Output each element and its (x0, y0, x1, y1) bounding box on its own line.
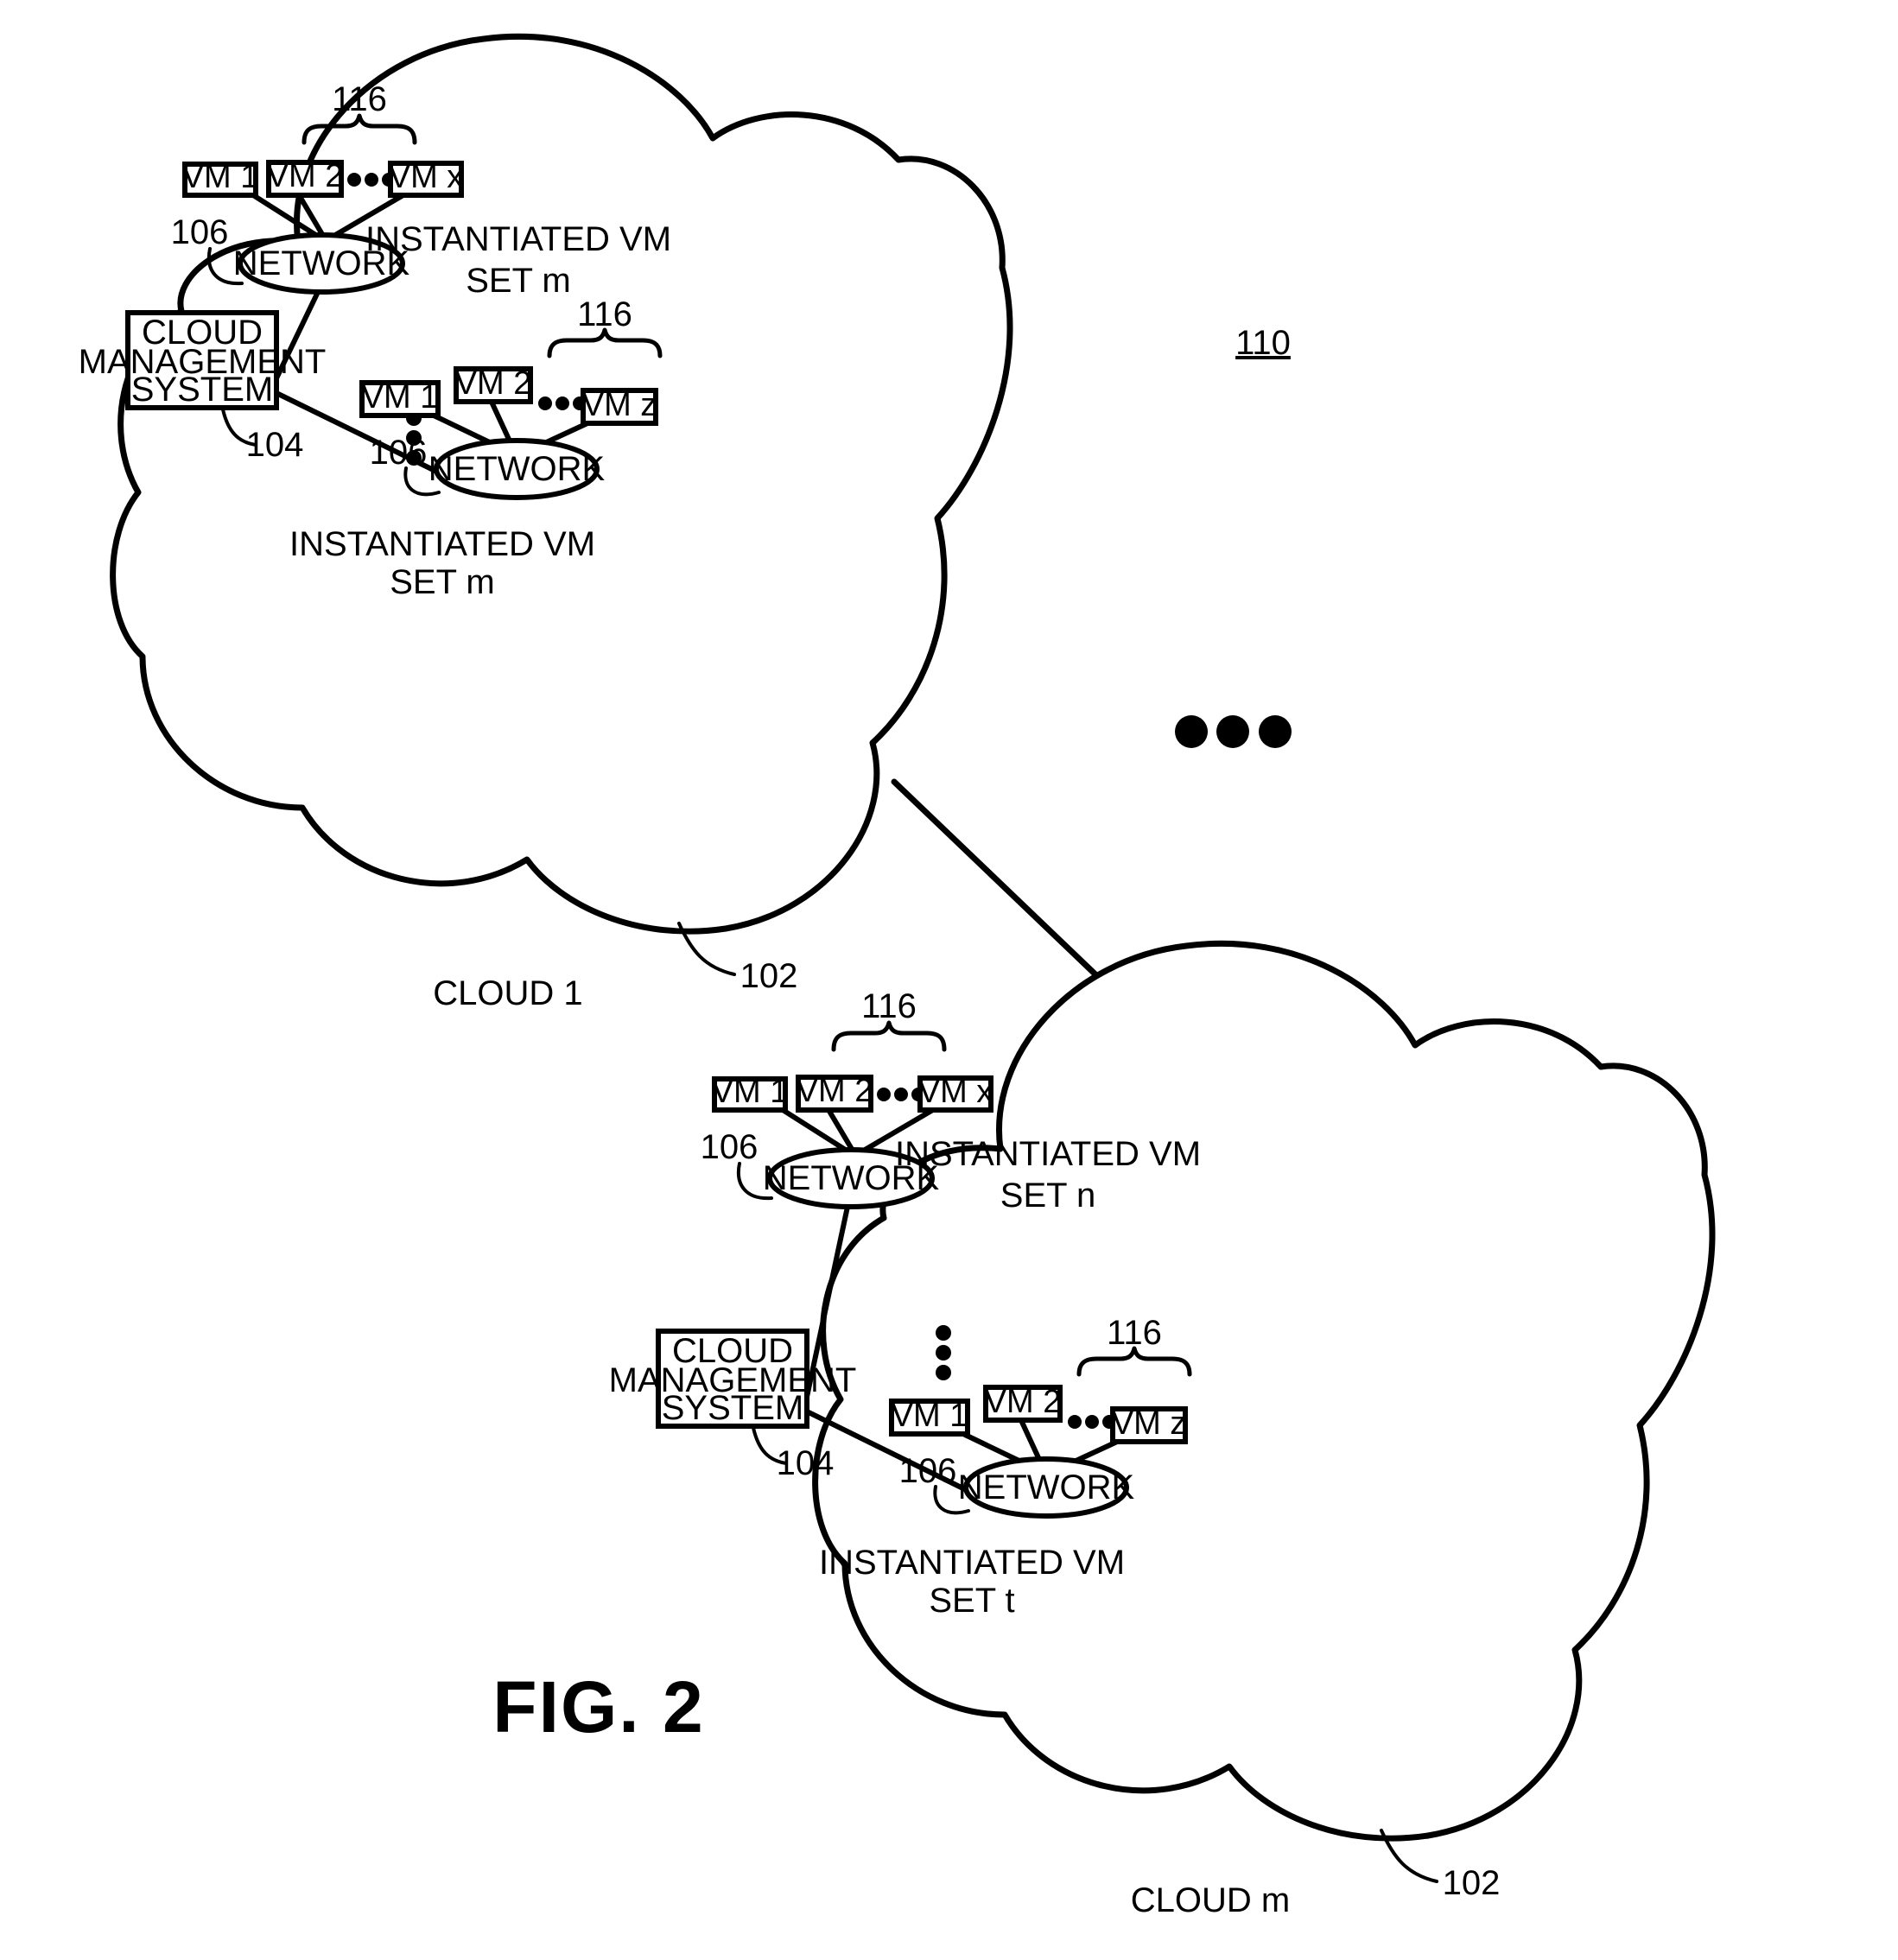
cloud-1-lower-ref-116: 116 (577, 295, 632, 333)
cloud-m-lower-ref-116: 116 (1107, 1314, 1162, 1352)
cloud-1-upper-ref-116: 116 (332, 80, 387, 118)
cloud-1-upper-set-label-line2: SET m (466, 262, 571, 300)
figure-caption: FIG. 2 (492, 1666, 704, 1748)
cloud-m-ref-102: 102 (1443, 1864, 1501, 1902)
cloud-m-upper-vm-2: VM 2 (796, 1073, 873, 1113)
cloud-m-lower-vm-1: VM 1 (889, 1398, 970, 1437)
cloud-1-upper-network-ref: 106 (171, 213, 229, 251)
clouds-ellipsis (1175, 715, 1292, 748)
cloud-m-lower-vm-1-label: VM 1 (892, 1398, 968, 1434)
cloud-1-cms-ref: 104 (246, 426, 304, 464)
cloud-m-lower-vm-z: VM z (1110, 1405, 1188, 1444)
cloud-1-lower-vm-ellipsis (538, 396, 587, 410)
cloud-m-upper-vm-1: VM 1 (712, 1074, 789, 1113)
cloud-1-management-system: CLOUD MANAGEMENT SYSTEM (79, 310, 326, 410)
cloud-1-upper-vm-2: VM 2 (266, 158, 344, 198)
cloud-1-lower-vm-1-label: VM 1 (362, 379, 439, 415)
cloud-m-upper-brace-116 (831, 1020, 947, 1052)
patent-figure-2: 116 NETWORK 106 VM 1 VM 2 VM x INSTANTIA… (0, 0, 1898, 1960)
cloud-m-lower-network-ref: 106 (899, 1452, 957, 1490)
cloud-1-ref-102: 102 (740, 957, 798, 995)
cloud-1-upper-vm-1: VM 1 (182, 159, 259, 198)
cloud-1-lower-vm-2: VM 2 (454, 365, 533, 404)
cloud-1-lower-set-label-line1: INSTANTIATED VM (289, 525, 595, 563)
cloud-m-upper-vm-x: VM x (917, 1074, 993, 1113)
cloud-m-upper-vm-2-label: VM 2 (797, 1073, 873, 1109)
cloud-1-lower-vm-2-label: VM 2 (455, 365, 532, 402)
cloud-1-lower-vm-z: VM z (581, 387, 658, 426)
cloud-m-upper-set-label-line1: INSTANTIATED VM (895, 1135, 1201, 1173)
cloud-m-lower-vm-ellipsis (1068, 1415, 1116, 1429)
cloud-1-lower-set-label-line2: SET m (390, 563, 495, 601)
cloud-m-upper-vm-x-label: VM x (918, 1074, 993, 1110)
cloud-m-lower-set-label-line1: INSTANTIATED VM (819, 1544, 1125, 1582)
cloud-1-cms-line3: SYSTEM (131, 371, 273, 409)
cloud-1-upper-set-label-line1: INSTANTIATED VM (365, 220, 671, 258)
cloud-1-lower-network-label: NETWORK (428, 450, 606, 488)
cloud-m-lower-network-label: NETWORK (958, 1468, 1135, 1506)
cloud-m-upper-vm-1-label: VM 1 (712, 1074, 789, 1110)
cloud-m-lower-vm-z-label: VM z (1112, 1405, 1187, 1442)
cloud-m-cms-line3: SYSTEM (662, 1389, 803, 1427)
cloud-m-lower-set-label-line2: SET t (929, 1582, 1014, 1620)
cloud-1-upper-vm-2-label: VM 2 (267, 158, 344, 194)
cloud-m-name: CLOUD m (1131, 1881, 1290, 1919)
cloud-m-upper-network-ref: 106 (701, 1128, 759, 1166)
cloud-1-lower-brace-116 (547, 327, 663, 358)
cloud-m-lower-brace-116 (1076, 1346, 1192, 1377)
system-ref-110: 110 (1235, 324, 1291, 362)
cloud-1-name: CLOUD 1 (433, 974, 582, 1012)
cloud-m-vertical-ellipsis (936, 1325, 951, 1380)
system-ref-110-label: 110 (1235, 324, 1291, 362)
cloud-1-lower-vm-1: VM 1 (359, 379, 441, 418)
cloud-1-upper-vm-x: VM x (388, 159, 464, 198)
cloud-1-lower-network-ref: 106 (370, 434, 428, 472)
cloud-m-lower-vm-2-label: VM 2 (985, 1384, 1062, 1420)
inter-cloud-link (891, 778, 1099, 978)
cloud-m-lower-vm-2: VM 2 (983, 1384, 1063, 1423)
cloud-1-upper-vm-x-label: VM x (389, 159, 464, 195)
cloud-1-upper-vm-1-label: VM 1 (182, 159, 259, 195)
cloud-m-upper-set-label-line2: SET n (1000, 1177, 1095, 1215)
cloud-m-cms-ref: 104 (777, 1444, 835, 1482)
cloud-1-lower-vm-z-label: VM z (582, 387, 657, 423)
figure-canvas: 116 NETWORK 106 VM 1 VM 2 VM x INSTANTIA… (79, 33, 1716, 1919)
cloud-m-upper-ref-116: 116 (861, 987, 917, 1025)
